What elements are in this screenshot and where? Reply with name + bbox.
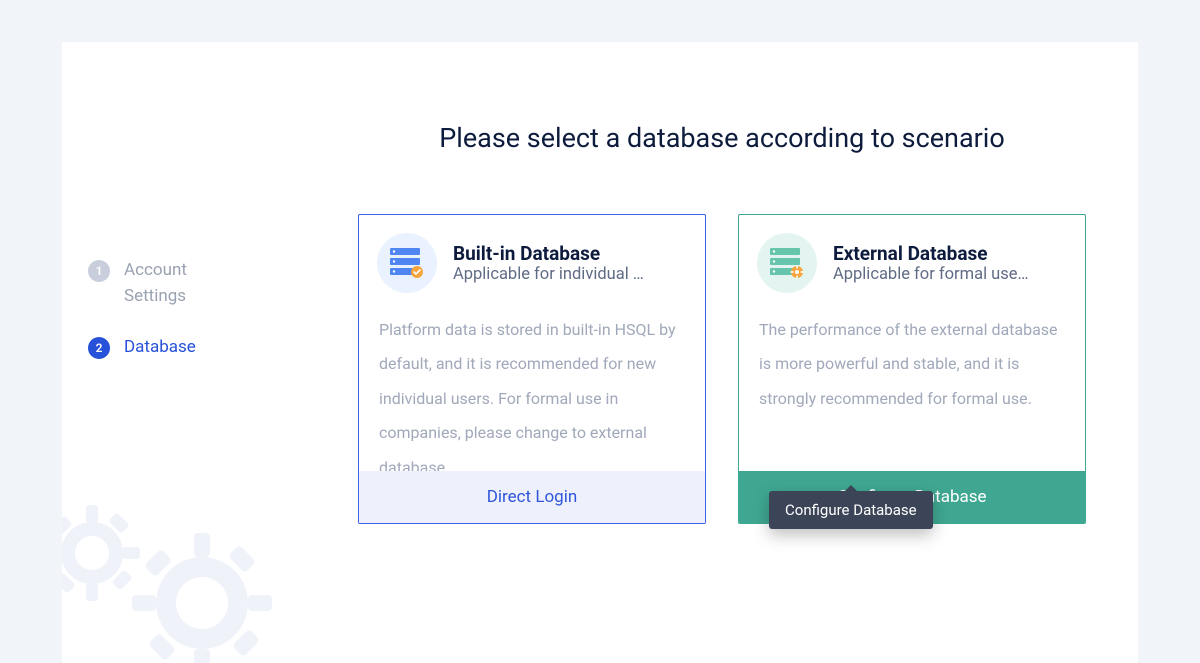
step-number-2: 2 [88,337,110,359]
card-body-text-builtin: Platform data is stored in built-in HSQL… [379,313,685,471]
step-label-account: Account Settings [124,258,244,309]
main-content: Please select a database according to sc… [306,42,1138,663]
card-body-builtin: Platform data is stored in built-in HSQL… [359,301,705,471]
card-row: Built-in Database Applicable for individ… [354,214,1090,524]
step-account-settings[interactable]: 1 Account Settings [88,258,306,309]
card-subtitle-external: Applicable for formal use… [833,265,1029,284]
card-title-external: External Database [833,242,1029,265]
database-icon-blue [377,233,437,293]
card-body-text-external: The performance of the external database… [759,313,1065,471]
step-label-database: Database [124,335,196,361]
page-title: Please select a database according to sc… [354,122,1090,154]
steps-sidebar: 1 Account Settings 2 Database [62,42,306,663]
card-head-external: External Database Applicable for formal … [739,215,1085,301]
step-number-1: 1 [88,260,110,282]
card-title-builtin: Built-in Database [453,242,644,265]
card-external-database[interactable]: External Database Applicable for formal … [738,214,1086,524]
card-subtitle-builtin: Applicable for individual … [453,265,644,284]
direct-login-button[interactable]: Direct Login [359,471,705,523]
card-head-builtin: Built-in Database Applicable for individ… [359,215,705,301]
step-database[interactable]: 2 Database [88,335,306,361]
card-body-external: The performance of the external database… [739,301,1085,471]
configure-database-tooltip: Configure Database [769,491,933,529]
card-titles-external: External Database Applicable for formal … [833,242,1029,284]
card-builtin-database[interactable]: Built-in Database Applicable for individ… [358,214,706,524]
database-icon-green [757,233,817,293]
card-titles-builtin: Built-in Database Applicable for individ… [453,242,644,284]
setup-panel: 1 Account Settings 2 Database [62,42,1138,663]
